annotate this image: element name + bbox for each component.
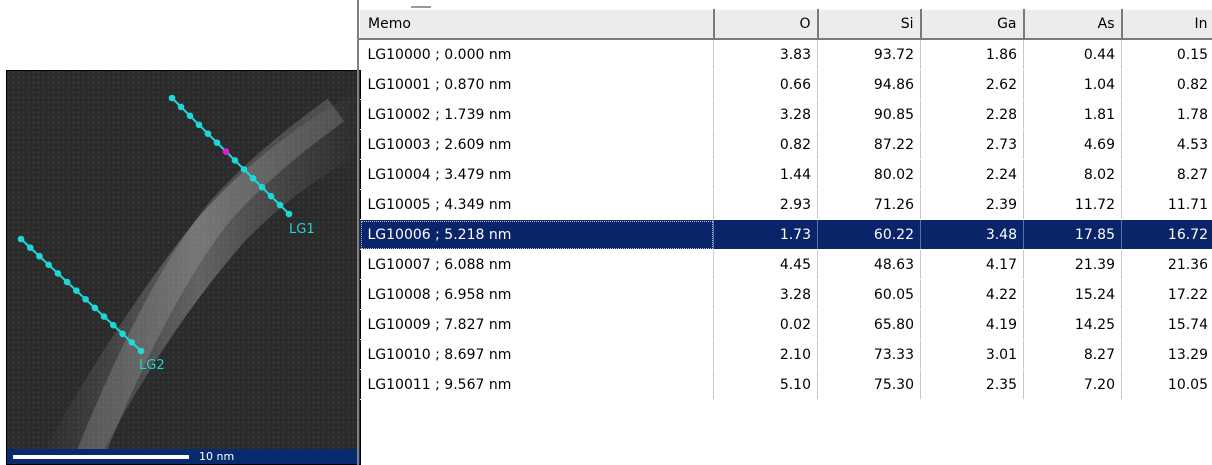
table-top-strip: [359, 0, 1212, 9]
cell-ga: 4.19: [920, 309, 1024, 340]
cell-si: 60.05: [817, 279, 921, 310]
table-row[interactable]: LG10004 ; 3.479 nm 1.44 80.02 2.24 8.02 8.27: [359, 159, 1212, 190]
column-header-in[interactable]: In: [1121, 9, 1212, 40]
cell-o: 3.28: [713, 279, 818, 310]
cell-in: 8.27: [1121, 159, 1212, 190]
cell-o: 4.45: [713, 249, 818, 280]
table-row[interactable]: LG10003 ; 2.609 nm 0.82 87.22 2.73 4.69 4.53: [359, 129, 1212, 160]
cell-as: 11.72: [1023, 189, 1122, 220]
cell-memo: LG10000 ; 0.000 nm: [359, 39, 714, 70]
cell-as: 0.44: [1023, 39, 1122, 70]
cell-o: 0.66: [713, 69, 818, 100]
cell-memo: LG10010 ; 8.697 nm: [359, 339, 714, 370]
table-row[interactable]: LG10002 ; 1.739 nm 3.28 90.85 2.28 1.81 1.78: [359, 99, 1212, 130]
table-row[interactable]: LG10007 ; 6.088 nm 4.45 48.63 4.17 21.39 21.3…: [359, 249, 1212, 280]
cell-in: 0.82: [1121, 69, 1212, 100]
stem-image[interactable]: LG1 LG2 10 nm: [6, 70, 361, 465]
cell-o: 0.82: [713, 129, 818, 160]
cell-ga: 2.35: [920, 369, 1024, 400]
results-table-panel[interactable]: Memo O Si Ga As In LG10000 ; 0.000 nm 3.8…: [357, 0, 1212, 465]
column-header-ga[interactable]: Ga: [920, 9, 1025, 40]
cell-memo: LG10003 ; 2.609 nm: [359, 129, 714, 160]
cell-o: 3.83: [713, 39, 818, 70]
cell-si: 73.33: [817, 339, 921, 370]
cell-memo: LG10004 ; 3.479 nm: [359, 159, 714, 190]
cell-in: 16.72: [1121, 219, 1212, 250]
column-header-o[interactable]: O: [713, 9, 819, 40]
cell-memo: LG10008 ; 6.958 nm: [359, 279, 714, 310]
cell-o: 1.44: [713, 159, 818, 190]
cell-as: 1.04: [1023, 69, 1122, 100]
cell-ga: 4.22: [920, 279, 1024, 310]
cell-si: 93.72: [817, 39, 921, 70]
cell-as: 14.25: [1023, 309, 1122, 340]
cell-in: 1.78: [1121, 99, 1212, 130]
cell-ga: 2.24: [920, 159, 1024, 190]
results-table[interactable]: Memo O Si Ga As In LG10000 ; 0.000 nm 3.8…: [359, 9, 1212, 400]
table-row[interactable]: LG10001 ; 0.870 nm 0.66 94.86 2.62 1.04 0.82: [359, 69, 1212, 100]
table-row[interactable]: LG10000 ; 0.000 nm 3.83 93.72 1.86 0.44 0.15: [359, 39, 1212, 70]
cell-as: 15.24: [1023, 279, 1122, 310]
cell-memo: LG10005 ; 4.349 nm: [359, 189, 714, 220]
cell-si: 94.86: [817, 69, 921, 100]
cell-as: 17.85: [1023, 219, 1122, 250]
cell-memo: LG10006 ; 5.218 nm: [359, 219, 714, 250]
cell-ga: 3.48: [920, 219, 1024, 250]
cell-in: 17.22: [1121, 279, 1212, 310]
column-header-si[interactable]: Si: [817, 9, 922, 40]
cell-ga: 2.73: [920, 129, 1024, 160]
cell-memo: LG10001 ; 0.870 nm: [359, 69, 714, 100]
cell-in: 15.74: [1121, 309, 1212, 340]
cell-si: 75.30: [817, 369, 921, 400]
cell-in: 11.71: [1121, 189, 1212, 220]
cell-si: 80.02: [817, 159, 921, 190]
cell-in: 0.15: [1121, 39, 1212, 70]
cell-memo: LG10011 ; 9.567 nm: [359, 369, 714, 400]
cell-as: 7.20: [1023, 369, 1122, 400]
table-row[interactable]: LG10008 ; 6.958 nm 3.28 60.05 4.22 15.24 17.2…: [359, 279, 1212, 310]
table-header-row: Memo O Si Ga As In: [359, 9, 1212, 40]
cell-o: 2.10: [713, 339, 818, 370]
table-row[interactable]: LG10011 ; 9.567 nm 5.10 75.30 2.35 7.20 10.05: [359, 369, 1212, 400]
cell-as: 8.27: [1023, 339, 1122, 370]
cell-as: 1.81: [1023, 99, 1122, 130]
column-header-memo[interactable]: Memo: [359, 9, 715, 40]
cell-as: 8.02: [1023, 159, 1122, 190]
cell-ga: 1.86: [920, 39, 1024, 70]
cell-memo: LG10002 ; 1.739 nm: [359, 99, 714, 130]
cell-si: 60.22: [817, 219, 921, 250]
cell-si: 48.63: [817, 249, 921, 280]
cell-si: 71.26: [817, 189, 921, 220]
cell-ga: 3.01: [920, 339, 1024, 370]
cell-o: 0.02: [713, 309, 818, 340]
cell-in: 4.53: [1121, 129, 1212, 160]
table-row[interactable]: LG10006 ; 5.218 nm 1.73 60.22 3.48 17.85 16.7…: [359, 219, 1212, 250]
cell-as: 4.69: [1023, 129, 1122, 160]
cell-in: 10.05: [1121, 369, 1212, 400]
column-header-as[interactable]: As: [1023, 9, 1123, 40]
cell-ga: 4.17: [920, 249, 1024, 280]
cell-si: 90.85: [817, 99, 921, 130]
cell-o: 1.73: [713, 219, 818, 250]
cell-o: 5.10: [713, 369, 818, 400]
cell-as: 21.39: [1023, 249, 1122, 280]
cell-in: 13.29: [1121, 339, 1212, 370]
cell-ga: 2.39: [920, 189, 1024, 220]
cell-si: 65.80: [817, 309, 921, 340]
cell-si: 87.22: [817, 129, 921, 160]
cell-ga: 2.62: [920, 69, 1024, 100]
cell-in: 21.36: [1121, 249, 1212, 280]
table-row[interactable]: LG10009 ; 7.827 nm 0.02 65.80 4.19 14.25 15.7…: [359, 309, 1212, 340]
cell-memo: LG10009 ; 7.827 nm: [359, 309, 714, 340]
table-row[interactable]: LG10010 ; 8.697 nm 2.10 73.33 3.01 8.27 13.29: [359, 339, 1212, 370]
cell-o: 3.28: [713, 99, 818, 130]
cell-memo: LG10007 ; 6.088 nm: [359, 249, 714, 280]
table-row[interactable]: LG10005 ; 4.349 nm 2.93 71.26 2.39 11.72 11.7…: [359, 189, 1212, 220]
image-frame: [6, 70, 361, 465]
cell-o: 2.93: [713, 189, 818, 220]
cell-ga: 2.28: [920, 99, 1024, 130]
